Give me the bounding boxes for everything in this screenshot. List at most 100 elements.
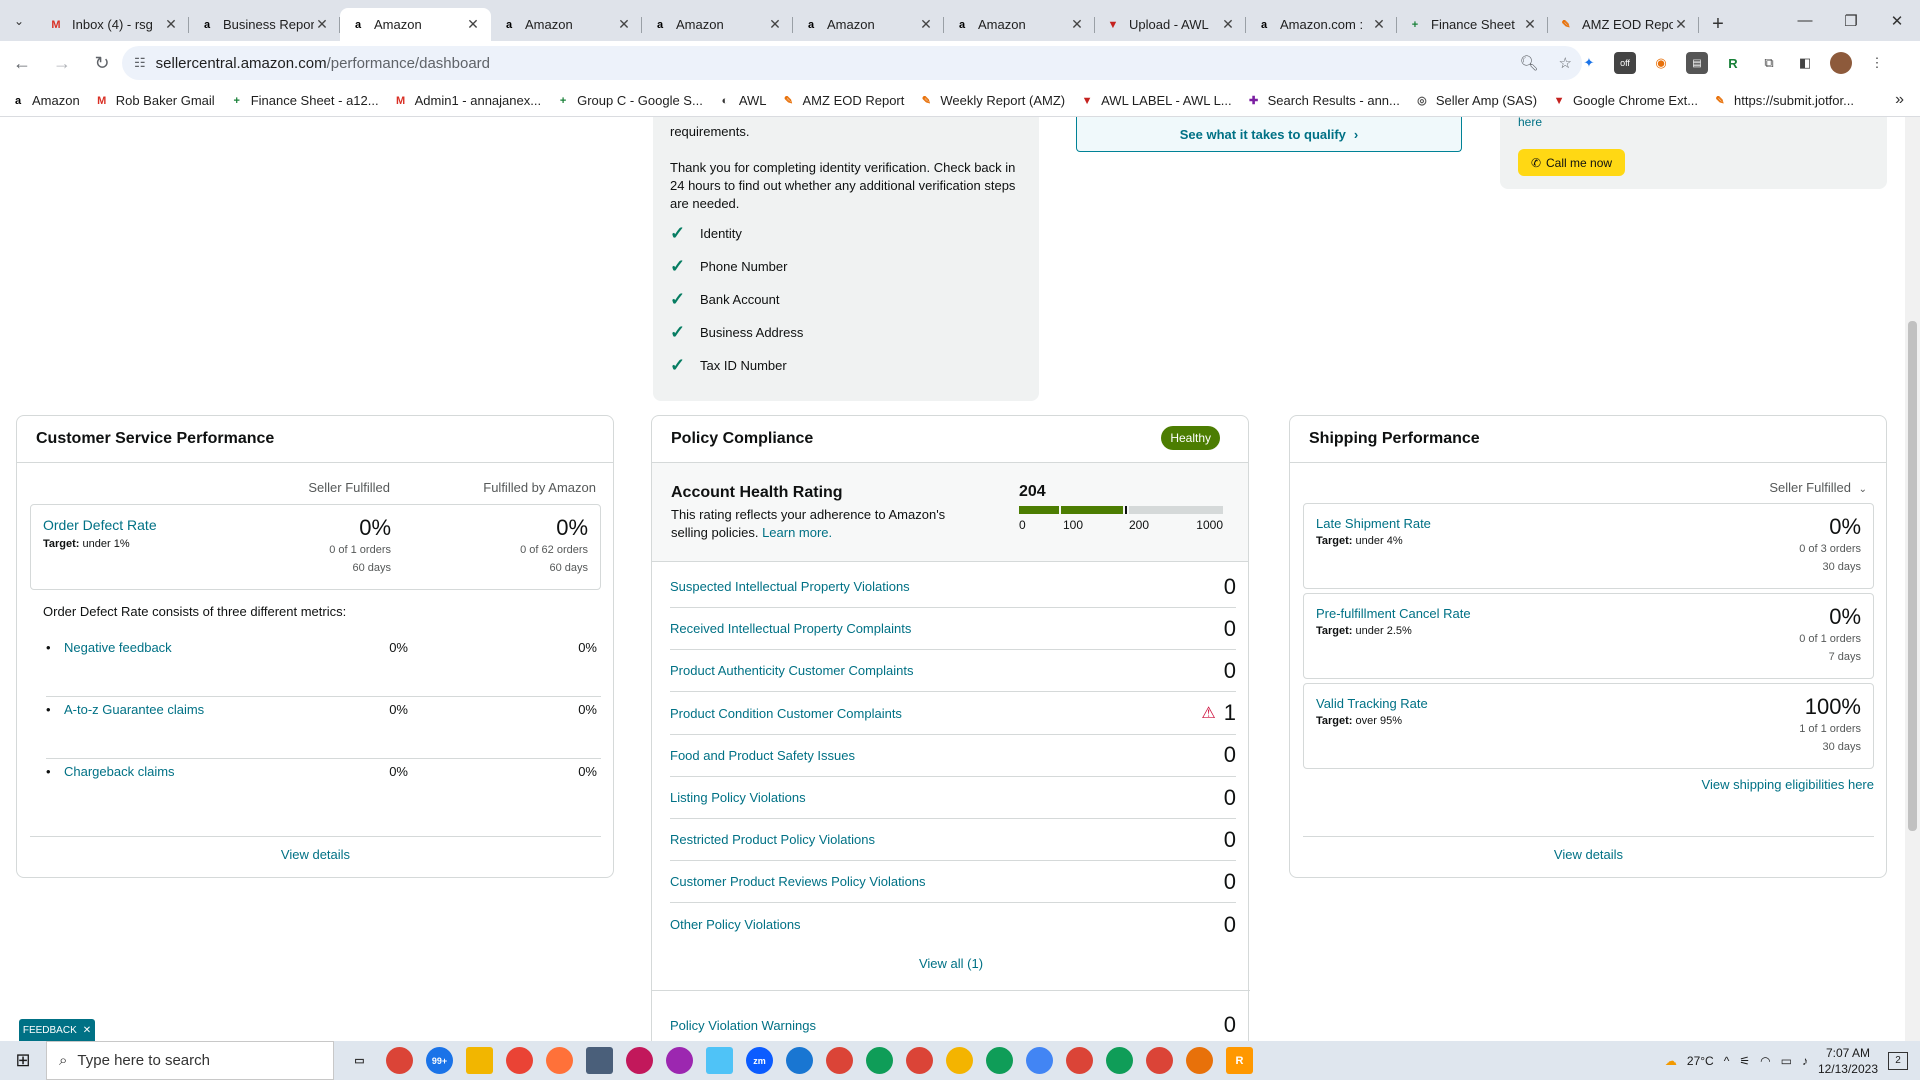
browser-tab[interactable]: M Inbox (4) - rsg ✕: [38, 8, 189, 41]
bookmark-item[interactable]: ◎ Seller Amp (SAS): [1414, 93, 1537, 109]
mail-icon[interactable]: 99+: [426, 1047, 453, 1074]
policy-violation-label[interactable]: Suspected Intellectual Property Violatio…: [670, 579, 910, 594]
calculator-icon[interactable]: [586, 1047, 613, 1074]
extensions-puzzle-icon[interactable]: ⧉: [1758, 52, 1780, 74]
bookmark-item[interactable]: ▼ Google Chrome Ext...: [1551, 93, 1698, 109]
chrome-icon[interactable]: [386, 1047, 413, 1074]
close-tab-icon[interactable]: ✕: [1371, 16, 1387, 33]
policy-violation-row[interactable]: Customer Product Reviews Policy Violatio…: [670, 861, 1236, 904]
profile-avatar[interactable]: [1830, 52, 1852, 74]
chrome-profile-5-icon[interactable]: [986, 1047, 1013, 1074]
volume-icon[interactable]: ♪: [1802, 1054, 1808, 1068]
browser-tab[interactable]: ✎ AMZ EOD Repo ✕: [1548, 8, 1699, 41]
bookmark-item[interactable]: M Rob Baker Gmail: [94, 93, 215, 109]
chrome-profile-9-icon[interactable]: [1146, 1047, 1173, 1074]
notification-icon[interactable]: 2: [1888, 1051, 1908, 1070]
policy-violation-row[interactable]: Product Authenticity Customer Complaints…: [670, 650, 1236, 693]
policy-violation-row[interactable]: Food and Product Safety Issues 0: [670, 735, 1236, 777]
task-view-icon[interactable]: ▭: [346, 1047, 373, 1074]
close-tab-icon[interactable]: ✕: [616, 16, 632, 33]
taskbar-search-box[interactable]: ⌕ Type here to search: [46, 1041, 334, 1080]
order-defect-rate-card[interactable]: Order Defect Rate Target: under 1% 0% 0 …: [30, 504, 601, 590]
ship-view-details-link[interactable]: View details: [1554, 847, 1623, 862]
bookmark-item[interactable]: ◐ AWL: [717, 93, 766, 109]
page-scrollbar[interactable]: [1905, 117, 1920, 1041]
browser-tab[interactable]: a Amazon ✕: [491, 8, 642, 41]
shipping-filter-dropdown[interactable]: Seller Fulfilled ⌄: [1769, 480, 1867, 495]
chrome-profile-3-icon[interactable]: [906, 1047, 933, 1074]
odr-metric-link[interactable]: Negative feedback: [64, 640, 172, 655]
close-tab-icon[interactable]: ✕: [1220, 16, 1236, 33]
reload-icon[interactable]: ↻: [84, 45, 120, 81]
view-all-link[interactable]: View all (1): [919, 956, 983, 971]
browser-tab[interactable]: a Business Repor ✕: [189, 8, 340, 41]
shipping-metric-label[interactable]: Valid Tracking Rate: [1316, 696, 1428, 711]
browser-tab[interactable]: a Amazon.com : ✕: [1246, 8, 1397, 41]
tab-search-chevron-icon[interactable]: ⌄: [0, 0, 38, 41]
browser-tab[interactable]: ▼ Upload - AWL ✕: [1095, 8, 1246, 41]
bookmark-item[interactable]: ✎ AMZ EOD Report: [781, 93, 904, 109]
extension-orange-icon[interactable]: ◉: [1650, 52, 1672, 74]
bookmark-item[interactable]: ✎ https://submit.jotfor...: [1712, 93, 1854, 109]
browser-tab[interactable]: a Amazon ✕: [793, 8, 944, 41]
close-tab-icon[interactable]: ✕: [1069, 16, 1085, 33]
policy-violation-row[interactable]: Restricted Product Policy Violations 0: [670, 819, 1236, 862]
extension-blue-icon[interactable]: ✦: [1578, 52, 1600, 74]
policy-violation-label[interactable]: Food and Product Safety Issues: [670, 748, 855, 763]
policy-violation-row[interactable]: Received Intellectual Property Complaint…: [670, 608, 1236, 651]
chrome-profile-7-icon[interactable]: [1066, 1047, 1093, 1074]
bookmark-item[interactable]: ✎ Weekly Report (AMZ): [918, 93, 1065, 109]
side-panel-icon[interactable]: ◧: [1794, 52, 1816, 74]
new-tab-button[interactable]: +: [1703, 9, 1733, 39]
wifi-icon[interactable]: ◠: [1760, 1054, 1770, 1068]
shipping-eligibility-link[interactable]: View shipping eligibilities here: [1702, 777, 1874, 792]
policy-violation-label[interactable]: Product Condition Customer Complaints: [670, 706, 902, 721]
browser-tab[interactable]: a Amazon ✕: [340, 8, 491, 41]
policy-warnings-label[interactable]: Policy Violation Warnings: [670, 1018, 816, 1033]
firefox-icon[interactable]: [546, 1047, 573, 1074]
browser-tab[interactable]: a Amazon ✕: [944, 8, 1095, 41]
here-link[interactable]: here: [1518, 117, 1542, 129]
url-bar[interactable]: ☷ sellercentral.amazon.com/performance/d…: [122, 46, 1582, 80]
bookmark-item[interactable]: M Admin1 - annajanex...: [393, 93, 541, 109]
shipping-metric-card[interactable]: Late Shipment Rate Target: under 4% 0% 0…: [1303, 503, 1874, 589]
chrome-profile-10-icon[interactable]: [1186, 1047, 1213, 1074]
chrome-profile-4-icon[interactable]: [946, 1047, 973, 1074]
policy-violation-row[interactable]: Suspected Intellectual Property Violatio…: [670, 566, 1236, 608]
call-me-now-button[interactable]: ✆ Call me now: [1518, 149, 1625, 176]
browser-tab[interactable]: + Finance Sheet ✕: [1397, 8, 1548, 41]
close-tab-icon[interactable]: ✕: [767, 16, 783, 33]
cs-view-details-link[interactable]: View details: [281, 847, 350, 862]
feedback-button[interactable]: FEEDBACK ✕: [19, 1019, 95, 1041]
close-tab-icon[interactable]: ✕: [465, 16, 481, 33]
shipping-metric-label[interactable]: Pre-fulfillment Cancel Rate: [1316, 606, 1471, 621]
bookmark-item[interactable]: ▼ AWL LABEL - AWL L...: [1079, 93, 1232, 109]
policy-violation-label[interactable]: Other Policy Violations: [670, 917, 801, 932]
close-tab-icon[interactable]: ✕: [314, 16, 330, 33]
bookmark-star-icon[interactable]: ☆: [1559, 54, 1572, 72]
odr-metric-link[interactable]: A-to-z Guarantee claims: [64, 702, 204, 717]
zoom-icon-app[interactable]: zm: [746, 1047, 773, 1074]
clock[interactable]: 7:07 AM 12/13/2023: [1818, 1045, 1878, 1077]
restore-icon[interactable]: ❐: [1828, 0, 1874, 41]
tray-chevron-icon[interactable]: ^: [1724, 1054, 1730, 1068]
extension-r-icon[interactable]: R: [1722, 52, 1744, 74]
snipping-tool-icon[interactable]: [666, 1047, 693, 1074]
policy-violation-label[interactable]: Received Intellectual Property Complaint…: [670, 621, 911, 636]
notepad-icon[interactable]: [706, 1047, 733, 1074]
extension-off-icon[interactable]: off: [1614, 52, 1636, 74]
forward-arrow-icon[interactable]: →: [44, 45, 80, 81]
policy-violation-row[interactable]: Other Policy Violations 0: [670, 904, 1236, 946]
chrome-profile-2-icon[interactable]: [866, 1047, 893, 1074]
close-window-icon[interactable]: ✕: [1874, 0, 1920, 41]
qualify-button[interactable]: See what it takes to qualify ›: [1076, 117, 1462, 152]
policy-violation-label[interactable]: Product Authenticity Customer Complaints: [670, 663, 914, 678]
browser-menu-icon[interactable]: ⋮: [1866, 52, 1888, 74]
extension-chart-icon[interactable]: ▤: [1686, 52, 1708, 74]
telegram-icon[interactable]: [786, 1047, 813, 1074]
minimize-icon[interactable]: —: [1782, 0, 1828, 41]
zoom-icon[interactable]: 🔍︎: [1520, 54, 1539, 72]
close-tab-icon[interactable]: ✕: [163, 16, 179, 33]
wps-icon[interactable]: [626, 1047, 653, 1074]
policy-violation-row[interactable]: Listing Policy Violations 0: [670, 777, 1236, 819]
